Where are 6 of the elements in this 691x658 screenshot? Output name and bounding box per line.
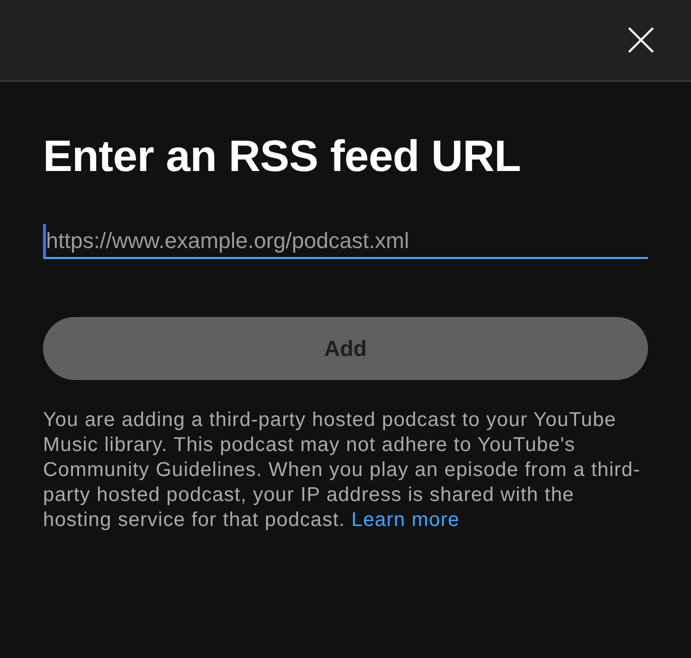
disclaimer-text: You are adding a third-party hosted podcast to your YouTube Music library. This podcast may not adhere to YouTube's Community Guidelines. When you play an episode from a third-party hosted podcast, your IP address is shared with the hosting service for that podcast. Learn more — [43, 408, 642, 533]
learn-more-link[interactable]: Learn more — [351, 509, 460, 531]
close-icon — [627, 26, 655, 54]
dialog-title: Enter an RSS feed URL — [43, 132, 522, 182]
close-button[interactable] — [627, 26, 655, 54]
url-input-field[interactable]: https://www.example.org/podcast.xml — [43, 224, 648, 259]
